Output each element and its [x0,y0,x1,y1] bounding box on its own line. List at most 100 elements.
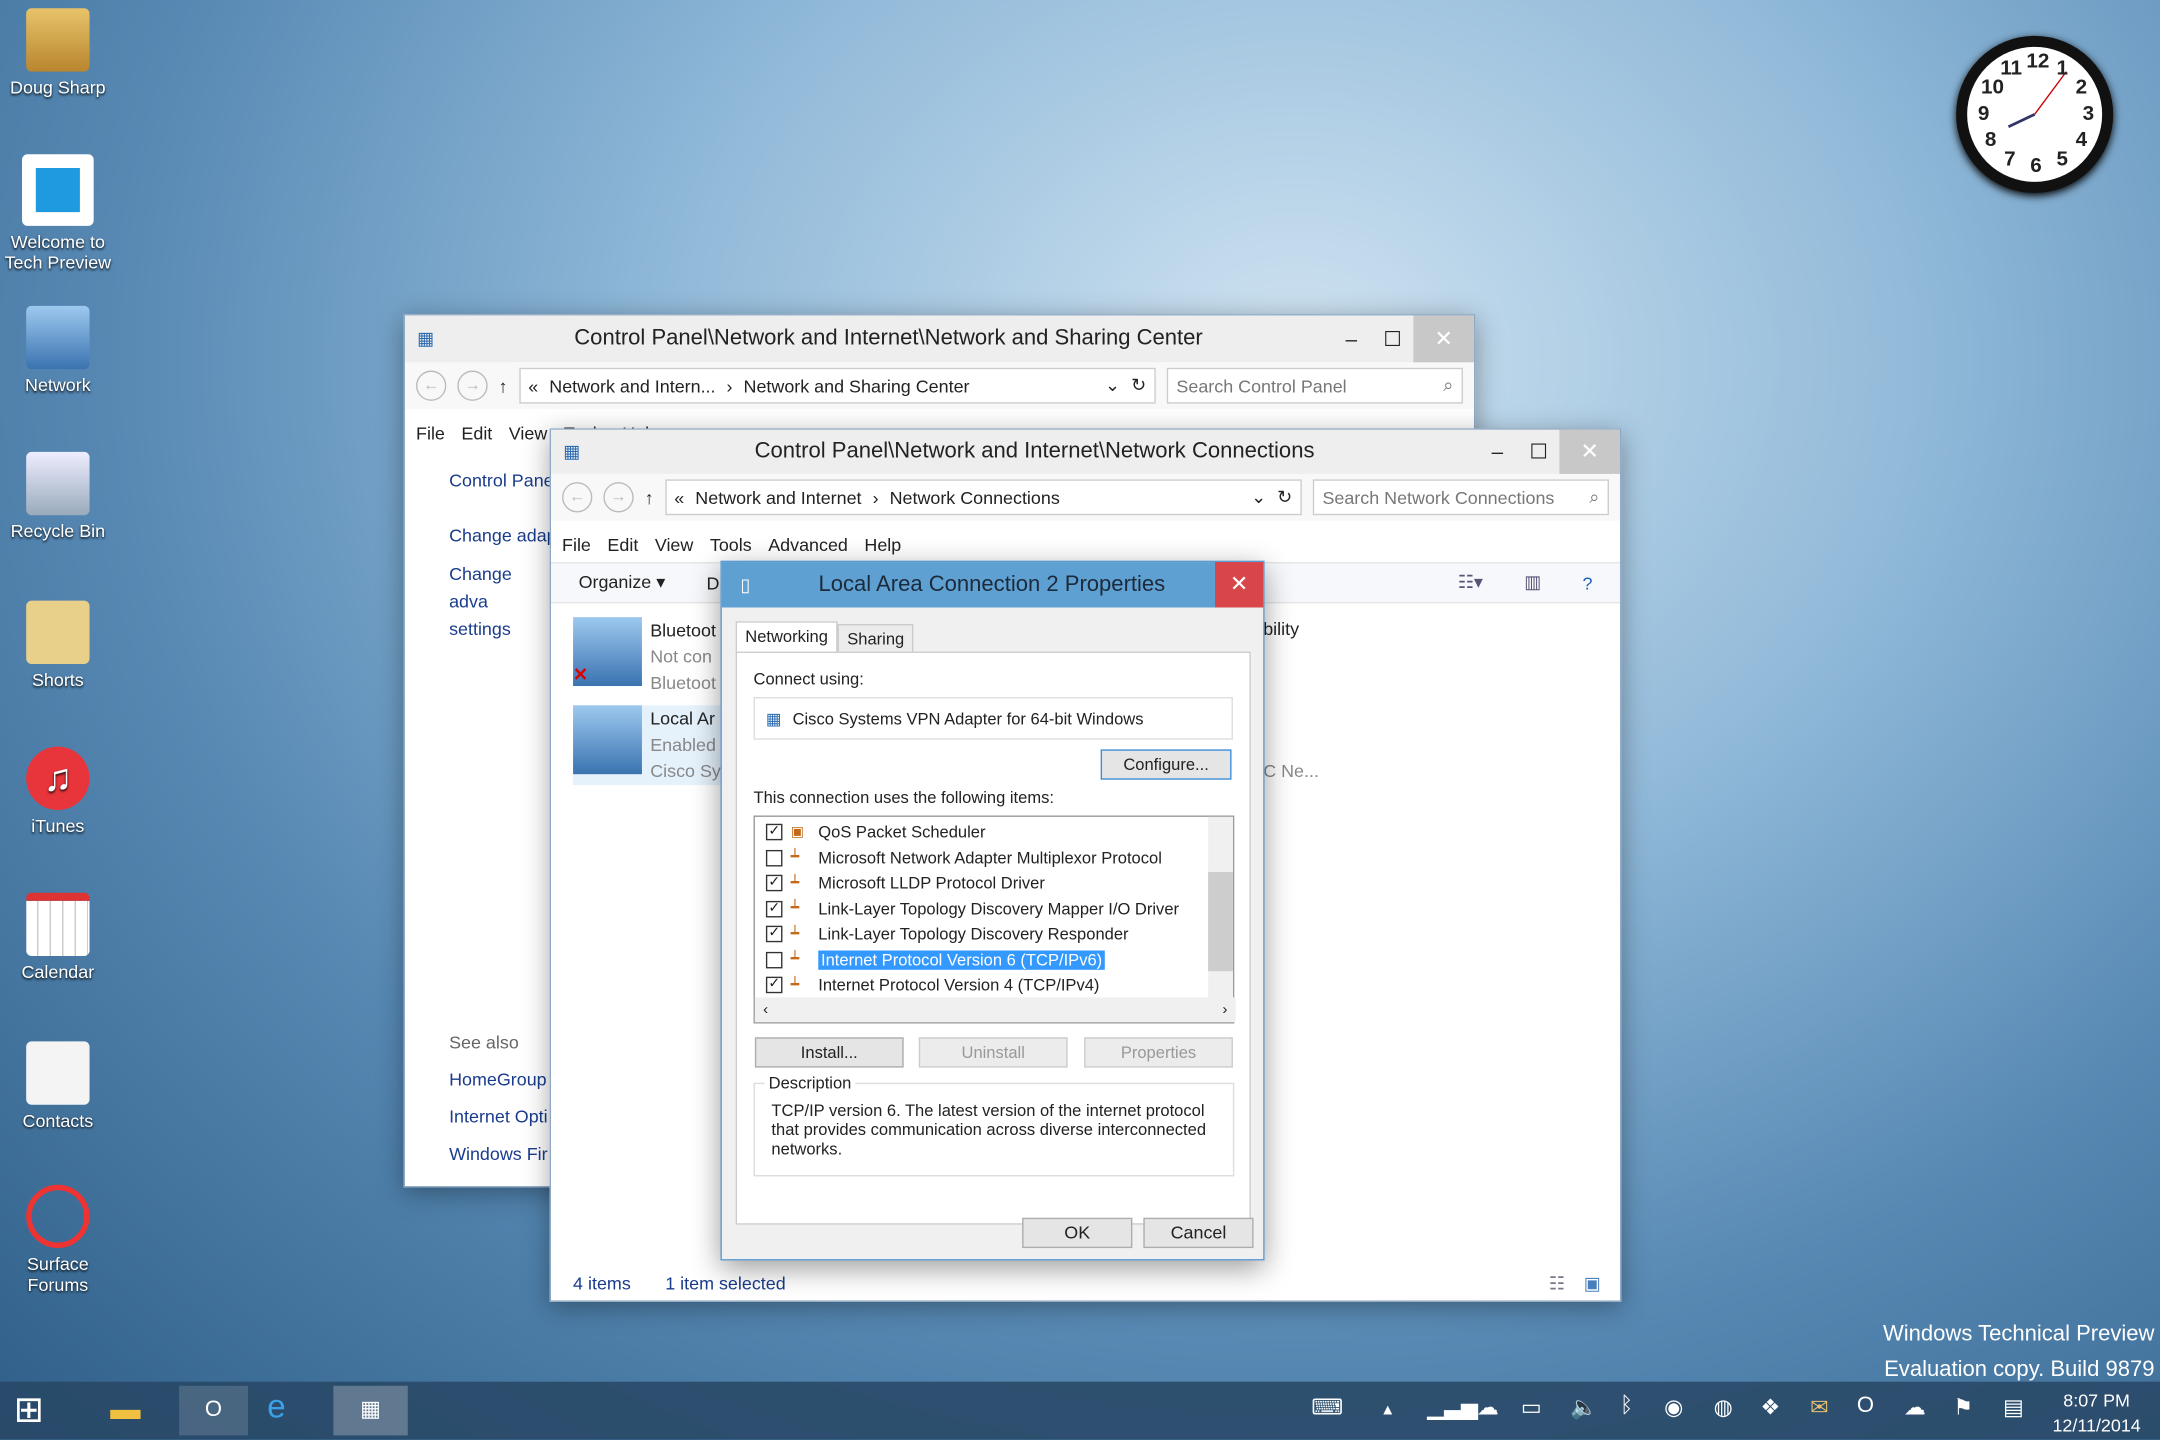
change-adapter-link[interactable]: Change adap [449,522,557,550]
list-item[interactable]: ✓ ┷ Link-Layer Topology Discovery Mapper I… [765,896,1179,921]
touch-keyboard-icon[interactable]: ⌨ [1311,1394,1343,1422]
item-checkbox[interactable]: ✓ [765,976,783,994]
organize-button[interactable]: Organize ▾ [579,572,666,594]
homegroup-link[interactable]: HomeGroup [449,1061,548,1098]
network-app-icon[interactable]: ◉ [1664,1394,1683,1422]
menu-file[interactable]: File [562,534,591,555]
list-item[interactable]: ┷ Microsoft Network Adapter Multiplexor P… [765,845,1162,870]
outlook-tray-icon[interactable]: O [1857,1394,1874,1419]
up-button[interactable]: ↑ [645,487,654,508]
maximize-button[interactable]: ☐ [1518,439,1559,464]
dialog-title-bar[interactable]: ▯ Local Area Connection 2 Properties ✕ [721,562,1264,608]
notification-icon[interactable]: ▤ [2003,1394,2024,1422]
configure-button[interactable]: Configure... [1100,749,1232,780]
maximize-button[interactable]: ☐ [1372,326,1413,351]
dropbox-icon[interactable]: ❖ [1761,1394,1781,1422]
item-checkbox[interactable]: ✓ [765,874,783,892]
title-bar[interactable]: ▦ Control Panel\Network and Internet\Netw… [404,315,1474,363]
desktop-icon-recycle-bin[interactable]: Recycle Bin [0,451,116,541]
menu-edit[interactable]: Edit [461,422,492,443]
tab-sharing[interactable]: Sharing [837,624,914,655]
item-checkbox[interactable] [765,951,783,968]
onedrive-icon[interactable]: ☁ [1477,1394,1499,1422]
address-bar[interactable]: «Network and Intern... › Network and Shari… [518,367,1156,404]
properties-dialog[interactable]: ▯ Local Area Connection 2 Properties ✕ Net… [720,560,1265,1261]
signal-icon[interactable]: ▁▃▅ [1427,1394,1478,1422]
address-bar[interactable]: «Network and Internet › Network Connection… [664,479,1302,516]
menu-view[interactable]: View [655,534,694,555]
back-button[interactable]: ← [416,370,447,401]
desktop-icon-shorts[interactable]: Shorts [0,600,116,690]
item-checkbox[interactable]: ✓ [765,925,783,943]
close-button[interactable]: ✕ [1214,562,1264,608]
connection-item-bluetooth[interactable]: ✕ Bluetoot Not con Bluetoot [573,617,725,694]
bluetooth-icon[interactable]: ᛒ [1620,1394,1633,1419]
item-checkbox[interactable]: ✓ [765,900,783,917]
search-input[interactable]: Search Network Connections ⌕ [1312,479,1609,516]
items-list[interactable]: ✓ ▣ QoS Packet Scheduler ┷ Microsoft Network… [753,815,1236,1024]
change-advanced-link[interactable]: Change adva settings [449,561,545,644]
desktop-icon-welcome[interactable]: Welcome to Tech Preview [0,154,116,273]
windows-firewall-link[interactable]: Windows Fir [449,1135,548,1172]
desktop-icon-network[interactable]: Network [0,305,116,395]
breadcrumb-item[interactable]: Network Connections [890,487,1060,508]
install-button[interactable]: Install... [754,1037,904,1068]
refresh-icon[interactable]: ↻ [1131,375,1146,397]
help-icon[interactable]: ? [1582,572,1592,593]
vertical-scrollbar[interactable] [1208,816,1233,998]
list-item[interactable]: ✓ ┷ Internet Protocol Version 4 (TCP/IPv4) [765,973,1099,998]
item-checkbox[interactable] [765,849,783,866]
toolbar-button[interactable]: D [707,572,720,593]
volume-icon[interactable]: 🔈 [1570,1394,1597,1422]
desktop-icon-doug-sharp[interactable]: Doug Sharp [0,8,116,98]
breadcrumb-item[interactable]: Network and Internet [695,487,861,508]
action-center-flag-icon[interactable]: ⚑ [1953,1394,1973,1422]
forward-button[interactable]: → [603,482,634,513]
properties-button[interactable]: Properties [1084,1037,1233,1068]
desktop-icon-calendar[interactable]: Calendar [0,892,116,982]
change-view-icon[interactable]: ☷▾ [1458,572,1483,594]
list-item[interactable]: ✓ ┷ Microsoft LLDP Protocol Driver [765,871,1045,896]
close-button[interactable]: ✕ [1413,315,1474,363]
menu-edit[interactable]: Edit [607,534,638,555]
item-checkbox[interactable]: ✓ [765,823,783,841]
file-explorer-icon[interactable]: ▬ [110,1391,140,1427]
desktop-icon-surface-forums[interactable]: Surface Forums [0,1184,116,1295]
menu-tools[interactable]: Tools [710,534,752,555]
breadcrumb-item[interactable]: Network and Sharing Center [744,375,970,396]
internet-explorer-icon[interactable]: e [267,1389,285,1428]
clock-date[interactable]: 8:07 PM 12/11/2014 [2039,1389,2155,1439]
minimize-button[interactable]: – [1477,440,1518,463]
menu-view[interactable]: View [509,422,548,443]
up-button[interactable]: ↑ [499,375,508,396]
outlook-taskbar-icon[interactable]: O [179,1385,248,1436]
cancel-button[interactable]: Cancel [1143,1217,1254,1249]
search-input[interactable]: Search Control Panel ⌕ [1166,367,1463,404]
internet-options-link[interactable]: Internet Opti [449,1098,548,1135]
ok-button[interactable]: OK [1022,1217,1133,1249]
menu-file[interactable]: File [416,422,445,443]
icloud-icon[interactable]: ☁ [1904,1394,1926,1422]
preview-pane-icon[interactable]: ▥ [1524,572,1541,594]
globe-icon[interactable]: ◍ [1714,1394,1733,1422]
tab-networking[interactable]: Networking [735,621,838,655]
show-hidden-icons[interactable]: ▲ [1380,1402,1395,1419]
title-bar[interactable]: ▦ Control Panel\Network and Internet\Netw… [551,429,1620,474]
control-panel-taskbar-icon[interactable]: ▦ [333,1385,408,1436]
connection-item-local-area[interactable]: Local Ar Enabled Cisco Sy [573,705,725,786]
chevron-down-icon[interactable]: ⌄ [1251,486,1266,508]
list-item[interactable]: ✓ ▣ QoS Packet Scheduler [765,820,986,845]
list-item[interactable]: ✓ ┷ Link-Layer Topology Discovery Responde… [765,922,1129,947]
refresh-icon[interactable]: ↻ [1277,486,1292,508]
scroll-thumb[interactable] [1208,871,1233,972]
back-button[interactable]: ← [562,482,593,513]
close-button[interactable]: ✕ [1559,429,1620,474]
breadcrumb-item[interactable]: Network and Intern... [549,375,715,396]
large-icons-view-icon[interactable]: ▣ [1584,1273,1601,1295]
horizontal-scrollbar[interactable]: ‹ › [754,997,1236,1023]
desktop-icon-contacts[interactable]: Contacts [0,1041,116,1131]
chevron-down-icon[interactable]: ⌄ [1105,375,1120,397]
forward-button[interactable]: → [457,370,488,401]
menu-advanced[interactable]: Advanced [768,534,848,555]
control-panel-home-link[interactable]: Control Pane [449,467,557,495]
